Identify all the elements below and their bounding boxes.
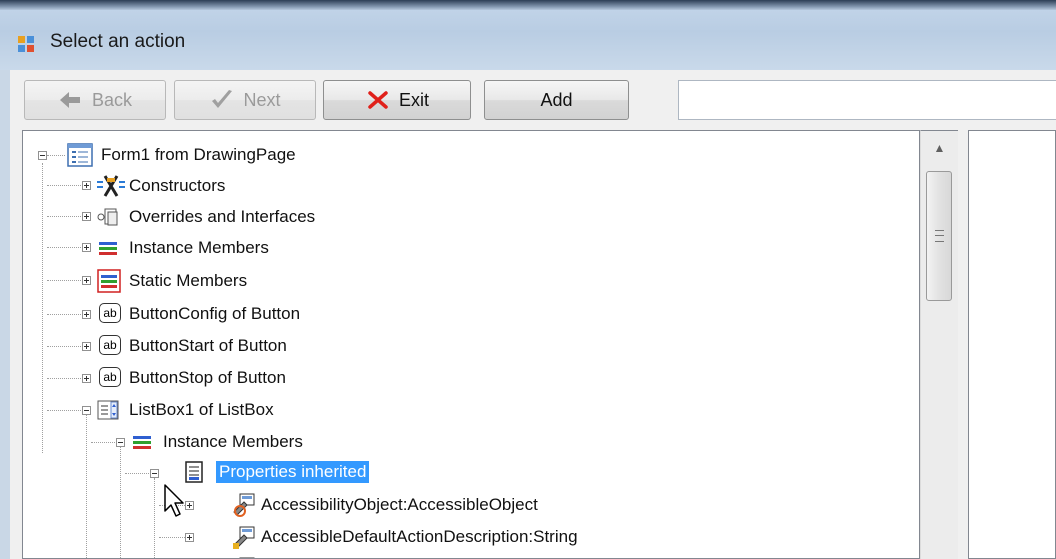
expand-toggle[interactable]	[82, 276, 91, 285]
button-ab-icon: ab	[99, 303, 121, 323]
collapse-toggle[interactable]	[116, 438, 125, 447]
tree-item-accessibilityobject[interactable]: AccessibilityObject:AccessibleObject	[261, 494, 538, 516]
expand-toggle[interactable]	[82, 243, 91, 252]
grip-icon	[935, 230, 944, 242]
collapse-toggle[interactable]	[38, 151, 47, 160]
tree-item-buttonstart[interactable]: ButtonStart of Button	[129, 335, 287, 357]
back-button[interactable]: Back	[24, 80, 166, 120]
tree-line	[86, 415, 88, 558]
tree-line	[120, 447, 122, 558]
exit-button-label: Exit	[398, 89, 429, 110]
button-ab-icon: ab	[99, 367, 121, 387]
app-icon	[18, 36, 34, 52]
title-bar: Select an action	[0, 0, 1056, 70]
expand-toggle[interactable]	[82, 212, 91, 221]
instance-members-icon	[133, 436, 151, 449]
collapse-toggle[interactable]	[150, 469, 159, 478]
tree-item-listbox1[interactable]: ListBox1 of ListBox	[129, 399, 274, 421]
collapse-toggle[interactable]	[82, 406, 91, 415]
listbox-icon	[97, 400, 119, 420]
mouse-cursor-icon	[164, 484, 184, 517]
tree-line	[154, 478, 156, 558]
instance-members-icon	[99, 242, 117, 255]
property-icon	[233, 526, 255, 549]
scroll-up-arrow-icon[interactable]: ▲	[921, 131, 958, 165]
form-icon	[67, 143, 93, 167]
tree-line	[42, 163, 44, 453]
expand-toggle[interactable]	[82, 310, 91, 319]
tree-item-form1[interactable]: Form1 from DrawingPage	[101, 144, 296, 166]
tree-line	[91, 442, 117, 444]
constructors-icon	[97, 175, 125, 197]
tree-item-instance-members[interactable]: Instance Members	[129, 237, 269, 259]
button-ab-icon: ab	[99, 335, 121, 355]
pane-splitter[interactable]	[958, 130, 968, 559]
tree-item-buttonconfig[interactable]: ButtonConfig of Button	[129, 303, 300, 325]
tree-item-constructors[interactable]: Constructors	[129, 175, 225, 197]
tree-item-buttonstop[interactable]: ButtonStop of Button	[129, 367, 286, 389]
overrides-icon	[97, 208, 118, 226]
close-x-icon	[365, 89, 391, 111]
tree-item-static-members[interactable]: Static Members	[129, 270, 247, 292]
tree-item-overrides-interfaces[interactable]: Overrides and Interfaces	[129, 206, 315, 228]
checkmark-icon	[209, 89, 235, 111]
properties-icon	[185, 461, 203, 483]
tree-item-properties-inherited[interactable]: Properties inherited	[216, 461, 370, 483]
add-button[interactable]: Add	[484, 80, 629, 120]
property-icon	[233, 493, 255, 517]
tree-item-instance-members-child[interactable]: Instance Members	[163, 431, 303, 453]
expand-toggle[interactable]	[185, 533, 194, 542]
back-arrow-icon	[58, 89, 84, 111]
expand-toggle[interactable]	[82, 374, 91, 383]
action-tree[interactable]: Form1 from DrawingPage Constructors Over…	[22, 130, 920, 559]
next-button[interactable]: Next	[174, 80, 316, 120]
window-title: Select an action	[50, 31, 186, 52]
expand-toggle[interactable]	[82, 342, 91, 351]
add-button-label: Add	[540, 89, 573, 110]
tree-line	[47, 155, 65, 157]
back-button-label: Back	[91, 89, 133, 110]
next-button-label: Next	[243, 89, 281, 110]
tree-vertical-scrollbar[interactable]: ▲	[920, 130, 958, 559]
tree-line	[125, 473, 149, 475]
exit-button[interactable]: Exit	[323, 80, 471, 120]
details-pane	[968, 130, 1056, 559]
tree-item-accessibledefaultactiondescription[interactable]: AccessibleDefaultActionDescription:Strin…	[261, 526, 578, 548]
action-text-field[interactable]	[678, 80, 1056, 120]
static-members-icon	[97, 269, 121, 293]
expand-toggle[interactable]	[82, 181, 91, 190]
window-frame-top	[0, 0, 1056, 10]
scrollbar-thumb[interactable]	[926, 171, 952, 301]
